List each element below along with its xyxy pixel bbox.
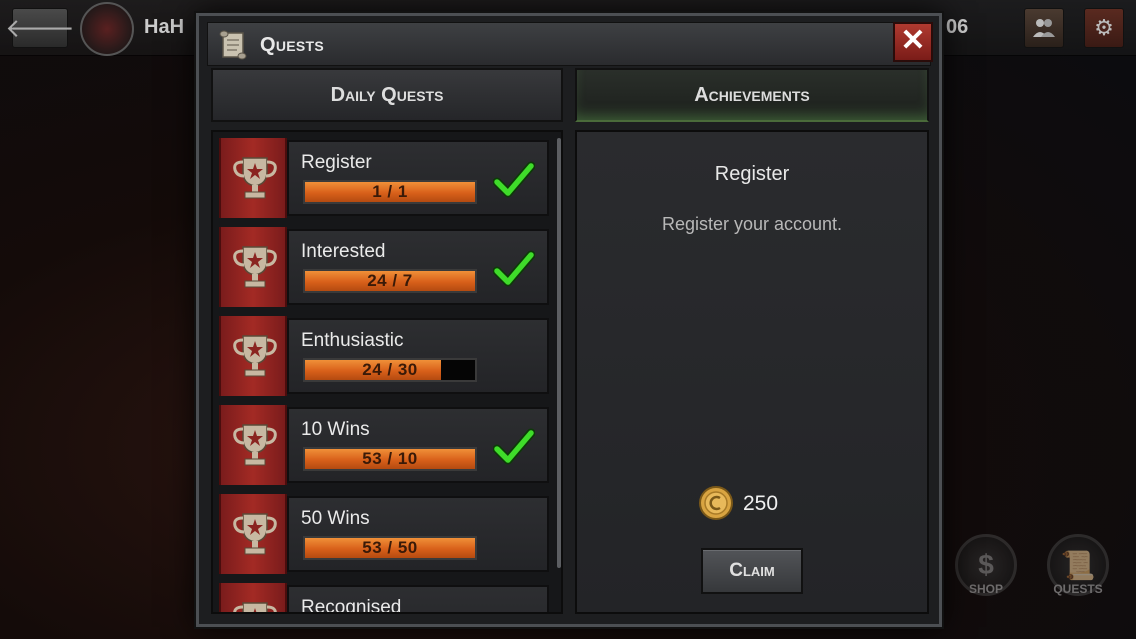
trophy-icon xyxy=(233,513,277,555)
settings-button[interactable]: ⚙ xyxy=(1084,8,1124,48)
dock-shop-label: SHOP xyxy=(968,582,1003,596)
trophy-icon xyxy=(233,246,277,288)
quest-card: Enthusiastic 24 / 30 xyxy=(287,318,549,394)
quest-card: 10 Wins 53 / 10 xyxy=(287,407,549,483)
quest-name: 10 Wins xyxy=(301,419,370,440)
trophy-icon xyxy=(233,157,277,199)
friends-button[interactable] xyxy=(1024,8,1064,48)
back-button[interactable]: 🡐 xyxy=(5,8,75,48)
quest-progress-bar: 24 / 7 xyxy=(303,269,477,293)
detail-title: Register xyxy=(714,163,790,185)
quest-item[interactable]: Recognised xyxy=(219,583,549,614)
claim-button[interactable]: Claim xyxy=(701,548,803,594)
close-button[interactable]: ✕ xyxy=(893,22,933,62)
quest-list-scrollbar[interactable] xyxy=(557,138,561,568)
tab-achievements-label: Achievements xyxy=(694,83,810,106)
quest-ribbon xyxy=(219,316,287,396)
quest-ribbon xyxy=(219,583,287,612)
trophy-icon xyxy=(233,602,277,612)
gear-icon: ⚙ xyxy=(1094,15,1114,40)
quest-name: Enthusiastic xyxy=(301,330,404,351)
scroll-icon xyxy=(219,30,247,60)
quest-ribbon xyxy=(219,405,287,485)
quest-progress-bar: 1 / 1 xyxy=(303,180,477,204)
dock-shop-button[interactable]: $ SHOP xyxy=(950,534,1022,624)
quest-item[interactable]: 10 Wins 53 / 10 xyxy=(219,405,549,485)
quest-progress-bar: 53 / 10 xyxy=(303,447,477,471)
detail-description: Register your account. xyxy=(661,214,843,234)
quest-card: 50 Wins 53 / 50 xyxy=(287,496,549,572)
quest-name: Interested xyxy=(301,241,386,262)
quest-progress-text: 24 / 7 xyxy=(367,271,413,290)
player-name: HaH xyxy=(144,16,185,38)
player-avatar[interactable] xyxy=(80,2,134,56)
close-icon: ✕ xyxy=(900,24,926,57)
dialog-title: Quests xyxy=(260,34,325,56)
quest-name: Register xyxy=(301,152,372,173)
quest-name: 50 Wins xyxy=(301,508,370,529)
score-fragment: 06 xyxy=(946,16,969,38)
quest-ribbon xyxy=(219,138,287,218)
quest-card: Register 1 / 1 xyxy=(287,140,549,216)
coin-icon xyxy=(699,486,733,520)
dock-quests-label: QUESTS xyxy=(1053,582,1103,596)
reward-amount: 250 xyxy=(743,492,779,515)
checkmark-icon xyxy=(493,250,535,287)
checkmark-icon xyxy=(493,161,535,198)
quest-item[interactable]: 50 Wins 53 / 50 xyxy=(219,494,549,574)
quest-item[interactable]: Register 1 / 1 xyxy=(219,138,549,218)
trophy-icon xyxy=(233,335,277,377)
arrow-left-icon: 🡐 xyxy=(5,12,75,43)
quests-dialog: Quests ✕ Daily Quests Achievements Regis… xyxy=(196,13,942,627)
quest-progress-text: 53 / 10 xyxy=(362,449,418,468)
dock-quests-button[interactable]: 📜 QUESTS xyxy=(1042,534,1114,624)
quest-progress-bar: 53 / 50 xyxy=(303,536,477,560)
quest-name: Recognised xyxy=(301,597,402,614)
quest-list[interactable]: Register 1 / 1 Interested 24 / 7 Enthusias… xyxy=(211,130,563,614)
quest-detail-panel: Register Register your account. 250 Clai… xyxy=(575,130,929,614)
friends-icon xyxy=(1033,19,1055,37)
tab-daily-quests-label: Daily Quests xyxy=(330,83,444,106)
quest-progress-bar: 24 / 30 xyxy=(303,358,477,382)
quest-card: Interested 24 / 7 xyxy=(287,229,549,305)
quest-item[interactable]: Enthusiastic 24 / 30 xyxy=(219,316,549,396)
quest-card: Recognised xyxy=(287,585,549,614)
trophy-icon xyxy=(233,424,277,466)
tab-daily-quests[interactable]: Daily Quests xyxy=(211,68,563,122)
quest-progress-text: 1 / 1 xyxy=(372,182,408,201)
dialog-title-bar: Quests xyxy=(207,22,931,66)
claim-button-label: Claim xyxy=(729,560,775,581)
quest-item[interactable]: Interested 24 / 7 xyxy=(219,227,549,307)
checkmark-icon xyxy=(493,428,535,465)
quest-progress-text: 53 / 50 xyxy=(362,538,418,557)
tab-achievements[interactable]: Achievements xyxy=(575,68,929,122)
quest-ribbon xyxy=(219,494,287,574)
quest-progress-text: 24 / 30 xyxy=(362,360,418,379)
quest-ribbon xyxy=(219,227,287,307)
